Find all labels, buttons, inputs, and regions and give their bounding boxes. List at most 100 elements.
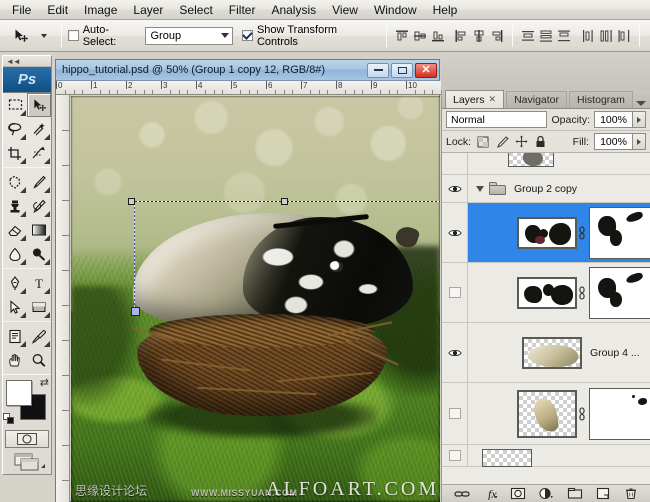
- show-transform-controls-checkbox[interactable]: [241, 30, 253, 41]
- history-brush-tool-icon[interactable]: [27, 194, 51, 218]
- menu-item-image[interactable]: Image: [76, 1, 125, 19]
- edit-in-quick-mask-mode-icon[interactable]: [5, 430, 49, 448]
- layer-thumbnail[interactable]: [508, 153, 554, 167]
- align-top-edges-icon[interactable]: [393, 26, 411, 46]
- menu-item-layer[interactable]: Layer: [125, 1, 171, 19]
- notes-tool-icon[interactable]: [3, 324, 27, 348]
- align-vertical-centers-icon[interactable]: [411, 26, 429, 46]
- link-mask-icon[interactable]: [577, 282, 587, 304]
- disclosure-triangle-icon[interactable]: [476, 185, 484, 192]
- align-left-edges-icon[interactable]: [452, 26, 470, 46]
- distribute-vertical-centers-icon[interactable]: [537, 26, 555, 46]
- distribute-horizontal-centers-icon[interactable]: [597, 26, 615, 46]
- layer-list[interactable]: Group 2 copy Group 4 ...: [442, 153, 650, 484]
- layer-visibility-toggle[interactable]: [442, 445, 468, 466]
- dodge-tool-icon[interactable]: [27, 242, 51, 266]
- zoom-tool-icon[interactable]: [27, 348, 51, 372]
- canvas[interactable]: 思缘设计论坛 WWW.MISSYUAN.COM ALFOART.COM: [71, 96, 440, 502]
- hand-tool-icon[interactable]: [3, 348, 27, 372]
- distribute-bottom-edges-icon[interactable]: [555, 26, 573, 46]
- menu-item-window[interactable]: Window: [366, 1, 425, 19]
- layer-thumbnail[interactable]: [482, 448, 532, 467]
- change-screen-mode-icon[interactable]: [5, 452, 49, 472]
- menu-item-view[interactable]: View: [324, 1, 366, 19]
- layer-name[interactable]: Group 2 copy: [514, 183, 577, 195]
- layer-visibility-toggle[interactable]: [442, 383, 468, 444]
- layer-visibility-toggle[interactable]: [442, 263, 468, 322]
- transform-selection-overlay[interactable]: [128, 198, 440, 368]
- eraser-tool-icon[interactable]: [3, 218, 27, 242]
- layer-visibility-toggle[interactable]: [442, 203, 468, 262]
- close-icon[interactable]: ✕: [489, 94, 497, 105]
- fill-input[interactable]: 100%: [594, 133, 633, 150]
- path-selection-tool-icon[interactable]: [3, 295, 27, 319]
- distribute-right-edges-icon[interactable]: [615, 26, 633, 46]
- fill-stepper[interactable]: [633, 133, 646, 150]
- add-layer-style-icon[interactable]: fx: [482, 486, 499, 501]
- foreground-color-swatch[interactable]: [6, 380, 32, 406]
- align-bottom-edges-icon[interactable]: [429, 26, 447, 46]
- align-horizontal-centers-icon[interactable]: [470, 26, 488, 46]
- layer-thumbnail[interactable]: [517, 216, 577, 249]
- new-adjustment-layer-icon[interactable]: [538, 486, 555, 501]
- menu-item-select[interactable]: Select: [171, 1, 220, 19]
- auto-select-checkbox[interactable]: [68, 30, 79, 41]
- lasso-tool-icon[interactable]: [3, 117, 27, 141]
- transform-handle-top-left[interactable]: [128, 198, 135, 205]
- default-colors-icon[interactable]: [3, 413, 14, 424]
- pen-tool-icon[interactable]: [3, 271, 27, 295]
- horizontal-ruler[interactable]: 0 1 2 3 4 5 6 7 8 9 10: [56, 81, 441, 95]
- menu-item-help[interactable]: Help: [425, 1, 466, 19]
- layer-thumbnail[interactable]: [517, 389, 577, 438]
- new-group-icon[interactable]: [566, 486, 583, 501]
- rectangular-marquee-tool-icon[interactable]: [3, 93, 27, 117]
- move-tool-icon[interactable]: [10, 25, 33, 47]
- vertical-ruler[interactable]: [56, 95, 70, 502]
- opacity-stepper[interactable]: [633, 111, 646, 128]
- rectangle-shape-tool-icon[interactable]: [27, 295, 51, 319]
- add-layer-mask-icon[interactable]: [510, 486, 527, 501]
- maximize-button[interactable]: [391, 62, 413, 78]
- document-title-bar[interactable]: hippo_tutorial.psd @ 50% (Group 1 copy 1…: [56, 60, 439, 81]
- tool-preset-chevron-icon[interactable]: [32, 25, 55, 47]
- gradient-tool-icon[interactable]: [27, 218, 51, 242]
- align-right-edges-icon[interactable]: [488, 26, 506, 46]
- swap-colors-icon[interactable]: ⇄: [40, 378, 49, 389]
- table-row[interactable]: [442, 445, 650, 467]
- menu-item-file[interactable]: File: [4, 1, 39, 19]
- table-row[interactable]: [442, 203, 650, 263]
- blur-tool-icon[interactable]: [3, 242, 27, 266]
- move-tool-icon[interactable]: [27, 93, 51, 117]
- table-row[interactable]: [442, 383, 650, 445]
- table-row[interactable]: Group 2 copy: [442, 175, 650, 203]
- menu-item-edit[interactable]: Edit: [39, 1, 76, 19]
- lock-transparent-pixels-icon[interactable]: [476, 135, 490, 149]
- layer-visibility-toggle[interactable]: [442, 323, 468, 382]
- table-row[interactable]: [442, 263, 650, 323]
- tab-histogram[interactable]: Histogram: [569, 91, 633, 108]
- distribute-top-edges-icon[interactable]: [519, 26, 537, 46]
- layer-name[interactable]: Group 4 ...: [590, 347, 640, 359]
- toolbox-collapse-handle[interactable]: ◄◄: [3, 56, 51, 67]
- new-layer-icon[interactable]: [594, 486, 611, 501]
- delete-layer-icon[interactable]: [622, 486, 639, 501]
- quick-selection-tool-icon[interactable]: [27, 117, 51, 141]
- minimize-button[interactable]: [367, 62, 389, 78]
- crop-tool-icon[interactable]: [3, 141, 27, 165]
- layer-mask-thumbnail[interactable]: [589, 387, 650, 440]
- slice-tool-icon[interactable]: [27, 141, 51, 165]
- transform-handle-top-center[interactable]: [281, 198, 288, 205]
- tab-navigator[interactable]: Navigator: [506, 91, 568, 108]
- clone-stamp-tool-icon[interactable]: [3, 194, 27, 218]
- layer-mask-thumbnail[interactable]: [589, 206, 650, 259]
- table-row[interactable]: Group 4 ...: [442, 323, 650, 383]
- link-layers-icon[interactable]: [454, 486, 471, 501]
- type-tool-icon[interactable]: T: [27, 271, 51, 295]
- brush-tool-icon[interactable]: [27, 170, 51, 194]
- eyedropper-tool-icon[interactable]: [27, 324, 51, 348]
- tab-layers[interactable]: Layers ✕: [445, 90, 505, 108]
- lock-position-icon[interactable]: [514, 135, 528, 149]
- layer-visibility-toggle[interactable]: [442, 153, 468, 174]
- layer-thumbnail[interactable]: [522, 336, 582, 369]
- close-button[interactable]: ✕: [415, 62, 437, 78]
